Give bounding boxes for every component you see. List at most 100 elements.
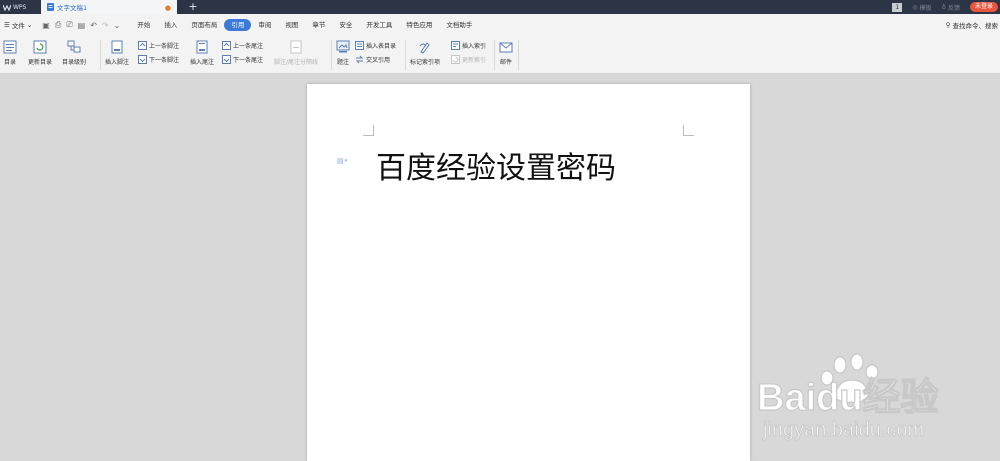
paragraph-handle[interactable]: ▤ ▾	[337, 157, 347, 165]
file-menu-button[interactable]: ☰ 文件 ⌄	[0, 20, 36, 30]
margin-corner-top-left	[363, 125, 374, 136]
prev-endnote-icon	[222, 41, 231, 50]
prev-endnote-label: 上一条尾注	[233, 43, 264, 50]
redo-icon[interactable]: ↷	[102, 21, 109, 30]
title-bar: WPS 文字文稿1 ● + 1 ◎ 模板 ♁ 反馈 未登录	[0, 0, 1000, 14]
mark-entry-button[interactable]: 标记索引项	[410, 40, 440, 66]
quick-access-toolbar: ▣ ⎙ ⎚ ▤ ↶ ↷ ⌄	[36, 20, 126, 30]
update-index-icon	[451, 55, 460, 64]
watermark-url: jingyan.baidu.com	[762, 419, 924, 441]
hamburger-icon: ☰	[4, 21, 10, 29]
print-icon[interactable]: ⎚	[66, 20, 72, 30]
insert-endnote-button[interactable]: 插入尾注	[190, 40, 214, 66]
file-menu-label: 文件	[11, 22, 25, 30]
customize-icon[interactable]: ⌄	[114, 21, 121, 30]
insert-index-icon	[451, 41, 460, 50]
next-footnote-button[interactable]: 下一条脚注	[138, 55, 179, 64]
tab-references[interactable]: 引用	[224, 19, 252, 31]
tab-view[interactable]: 视图	[278, 19, 305, 31]
preview-icon[interactable]: ▤	[78, 21, 86, 30]
next-endnote-button[interactable]: 下一条尾注	[222, 55, 263, 64]
command-search[interactable]: ⚲ 查找命令、搜索	[946, 14, 998, 36]
toc-icon	[3, 40, 17, 54]
next-footnote-label: 下一条脚注	[149, 57, 180, 64]
footnote-icon	[111, 40, 123, 54]
tab-features[interactable]: 特色应用	[399, 19, 439, 31]
unsaved-dot-icon: ●	[164, 4, 171, 12]
ribbon: 目录 更新目录 目录级别 插入脚注 上一条脚注 下一条脚注 插入尾注 上一条尾注…	[0, 36, 1000, 74]
insert-endnote-label: 插入尾注	[190, 59, 215, 66]
window-count-badge[interactable]: 1	[892, 2, 903, 12]
menu-tabs: 开始 插入 页面布局 引用 审阅 视图 章节 安全 开发工具 特色应用 文档助手	[130, 19, 479, 31]
insert-footnote-button[interactable]: 插入脚注	[105, 40, 129, 66]
prev-footnote-label: 上一条脚注	[149, 43, 180, 50]
app-tab[interactable]: WPS	[0, 0, 40, 14]
tab-doc-assistant[interactable]: 文档助手	[439, 19, 479, 31]
tab-page-layout[interactable]: 页面布局	[184, 19, 224, 31]
ribbon-divider	[331, 40, 332, 70]
ribbon-divider	[494, 40, 495, 70]
caption-button[interactable]: 题注	[336, 40, 350, 66]
document-icon	[47, 3, 54, 11]
mail-label: 邮件	[499, 59, 512, 66]
insert-footnote-label: 插入脚注	[105, 59, 130, 66]
document-text[interactable]: 百度经验设置密码	[376, 143, 616, 187]
update-toc-button[interactable]: 更新目录	[28, 40, 52, 66]
toc-label: 目录	[3, 59, 16, 66]
update-index-button[interactable]: 更新索引	[451, 55, 486, 64]
mail-button[interactable]: 邮件	[499, 40, 513, 66]
caption-label: 题注	[336, 59, 349, 66]
next-endnote-icon	[222, 55, 231, 64]
ribbon-divider	[405, 40, 406, 70]
output-icon[interactable]: ⎙	[55, 20, 61, 30]
toc-button[interactable]: 目录	[3, 40, 17, 66]
undo-icon[interactable]: ↶	[90, 21, 97, 30]
feedback-button[interactable]: ♁ 反馈	[942, 3, 960, 12]
app-name: WPS	[13, 3, 27, 11]
titlebar-right: 1 ◎ 模板 ♁ 反馈 未登录	[892, 0, 1000, 14]
feedback-icon: ♁	[941, 3, 946, 11]
feedback-label: 反馈	[947, 4, 960, 12]
footnote-separator-button[interactable]: 脚注/尾注分隔线	[274, 40, 318, 66]
ribbon-divider	[100, 40, 101, 70]
watermark-brand: Baidu经验	[757, 377, 939, 419]
insert-table-of-figures-label: 插入表目录	[366, 43, 397, 50]
endnote-icon	[196, 40, 208, 54]
tab-security[interactable]: 安全	[332, 19, 359, 31]
paragraph-icon: ▤	[337, 157, 344, 165]
mark-entry-icon	[419, 42, 430, 54]
login-button[interactable]: 未登录	[969, 2, 998, 12]
tab-developer[interactable]: 开发工具	[359, 19, 399, 31]
prev-footnote-icon	[138, 41, 147, 50]
search-icon: ⚲	[945, 21, 951, 29]
update-toc-label: 更新目录	[28, 59, 53, 66]
mark-entry-label: 标记索引项	[410, 59, 441, 66]
tab-review[interactable]: 审阅	[251, 19, 278, 31]
margin-corner-top-right	[683, 125, 694, 136]
separator-icon	[290, 40, 302, 54]
tab-insert[interactable]: 插入	[157, 19, 184, 31]
prev-footnote-button[interactable]: 上一条脚注	[138, 41, 179, 50]
skin-icon: ◎	[912, 3, 918, 11]
toc-level-button[interactable]: 目录级别	[62, 40, 86, 66]
insert-index-label: 插入索引	[462, 43, 487, 50]
tab-section[interactable]: 章节	[305, 19, 332, 31]
next-footnote-icon	[138, 55, 147, 64]
next-endnote-label: 下一条尾注	[233, 57, 264, 64]
chevron-down-icon: ⌄	[26, 21, 33, 29]
skin-button[interactable]: ◎ 模板	[912, 3, 931, 12]
insert-index-button[interactable]: 插入索引	[451, 41, 486, 50]
prev-endnote-button[interactable]: 上一条尾注	[222, 41, 263, 50]
tab-home[interactable]: 开始	[130, 19, 157, 31]
cross-reference-label: 交叉引用	[366, 57, 391, 64]
chevron-down-icon: ▾	[344, 158, 348, 164]
cross-reference-button[interactable]: 交叉引用	[355, 55, 390, 64]
footnote-separator-label: 脚注/尾注分隔线	[274, 59, 319, 66]
new-tab-button[interactable]: +	[187, 0, 199, 14]
update-index-label: 更新索引	[462, 57, 487, 64]
save-icon[interactable]: ▣	[42, 21, 50, 30]
ribbon-divider	[518, 40, 519, 70]
document-tab[interactable]: 文字文稿1 ●	[41, 0, 177, 14]
document-page[interactable]	[307, 84, 750, 461]
insert-table-of-figures-button[interactable]: 插入表目录	[355, 41, 396, 50]
